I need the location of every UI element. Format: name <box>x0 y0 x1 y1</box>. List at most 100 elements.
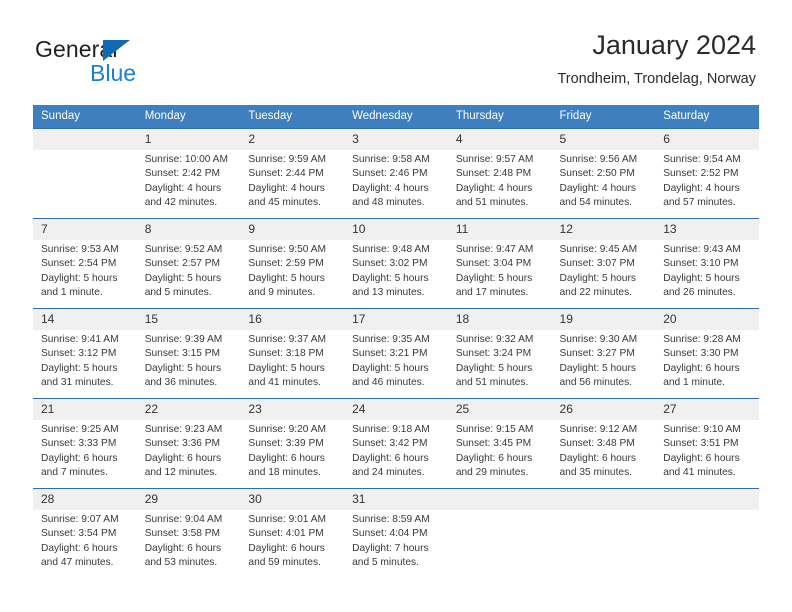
calendar-day-cell[interactable]: 11 Sunrise: 9:47 AM Sunset: 3:04 PM Dayligh… <box>447 218 552 309</box>
calendar-day-cell[interactable]: 9 Sunrise: 9:50 AM Sunset: 2:59 PM Daylight… <box>240 218 345 309</box>
calendar-day-cell[interactable]: 14 Sunrise: 9:41 AM Sunset: 3:12 PM Dayligh… <box>33 308 137 399</box>
calendar-day-cell[interactable]: 24 Sunrise: 9:18 AM Sunset: 3:42 PM Dayligh… <box>344 398 448 489</box>
daylight-text-line2: and 24 minutes. <box>352 466 425 478</box>
sunset-text: Sunset: 3:15 PM <box>144 348 221 360</box>
day-number <box>447 489 552 510</box>
calendar-day-cell[interactable]: 6 Sunrise: 9:54 AM Sunset: 2:52 PM Daylight… <box>655 128 759 219</box>
sunrise-text: Sunrise: 9:12 AM <box>559 424 638 435</box>
daylight-text-line1: Daylight: 6 hours <box>144 542 222 554</box>
daylight-text-line2: and 9 minutes. <box>248 286 316 298</box>
calendar-day-cell[interactable]: 22 Sunrise: 9:23 AM Sunset: 3:36 PM Dayligh… <box>136 398 241 489</box>
calendar-day-cell[interactable]: 7 Sunrise: 9:53 AM Sunset: 2:54 PM Daylight… <box>33 218 137 309</box>
sunset-text: Sunset: 3:27 PM <box>559 348 635 360</box>
daylight-text-line2: and 51 minutes. <box>455 376 529 388</box>
location-subtitle: Trondheim, Trondelag, Norway <box>557 71 756 87</box>
calendar-day-cell[interactable]: 2 Sunrise: 9:59 AM Sunset: 2:44 PM Daylight… <box>240 128 345 219</box>
daylight-text-line1: Daylight: 5 hours <box>455 362 533 374</box>
day-details: Sunrise: 9:35 AM Sunset: 3:21 PM Daylight:… <box>344 330 448 390</box>
day-number: 9 <box>240 219 345 240</box>
calendar-day-cell[interactable]: 19 Sunrise: 9:30 AM Sunset: 3:27 PM Dayligh… <box>551 308 656 399</box>
calendar-day-cell[interactable]: 18 Sunrise: 9:32 AM Sunset: 3:24 PM Dayligh… <box>447 308 552 399</box>
sunset-text: Sunset: 3:21 PM <box>352 348 428 360</box>
daylight-text-line1: Daylight: 4 hours <box>352 182 429 194</box>
sunrise-text: Sunrise: 9:07 AM <box>41 514 119 525</box>
calendar-day-cell[interactable]: 17 Sunrise: 9:35 AM Sunset: 3:21 PM Dayligh… <box>344 308 448 399</box>
sunset-text: Sunset: 3:30 PM <box>663 348 739 360</box>
sunset-text: Sunset: 3:39 PM <box>248 438 324 450</box>
sunset-text: Sunset: 2:48 PM <box>455 168 532 180</box>
day-details: Sunrise: 9:48 AM Sunset: 3:02 PM Daylight:… <box>344 240 448 300</box>
sunrise-text: Sunrise: 9:56 AM <box>559 154 638 165</box>
calendar-day-cell[interactable]: 27 Sunrise: 9:10 AM Sunset: 3:51 PM Dayligh… <box>655 398 759 489</box>
daylight-text-line2: and 17 minutes. <box>455 286 529 298</box>
day-number: 10 <box>344 219 448 240</box>
day-number: 26 <box>551 399 656 420</box>
day-number: 2 <box>240 129 345 150</box>
daylight-text-line2: and 57 minutes. <box>663 196 736 208</box>
day-number: 22 <box>136 399 241 420</box>
sunrise-text: Sunrise: 9:43 AM <box>663 244 741 255</box>
daylight-text-line1: Daylight: 5 hours <box>248 272 325 284</box>
sunset-text: Sunset: 3:10 PM <box>663 258 739 270</box>
weekday-header-saturday: Saturday <box>655 105 759 129</box>
calendar-day-cell-empty <box>447 488 552 578</box>
daylight-text-line2: and 1 minute. <box>41 286 103 298</box>
calendar-day-cell[interactable]: 12 Sunrise: 9:45 AM Sunset: 3:07 PM Dayligh… <box>551 218 656 309</box>
day-details: Sunrise: 9:45 AM Sunset: 3:07 PM Daylight:… <box>552 240 656 300</box>
calendar-day-cell[interactable]: 29 Sunrise: 9:04 AM Sunset: 3:58 PM Dayligh… <box>136 488 241 578</box>
daylight-text-line2: and 41 minutes. <box>663 466 736 478</box>
sunset-text: Sunset: 2:54 PM <box>41 258 117 270</box>
daylight-text-line2: and 54 minutes. <box>559 196 633 208</box>
day-details: Sunrise: 9:23 AM Sunset: 3:36 PM Daylight:… <box>137 420 241 480</box>
sunrise-text: Sunrise: 9:47 AM <box>455 244 534 255</box>
calendar-day-cell[interactable]: 30 Sunrise: 9:01 AM Sunset: 4:01 PM Dayligh… <box>240 488 345 578</box>
day-details: Sunrise: 9:57 AM Sunset: 2:48 PM Daylight:… <box>448 150 552 210</box>
daylight-text-line2: and 29 minutes. <box>455 466 529 478</box>
weekday-header-wednesday: Wednesday <box>344 105 448 129</box>
daylight-text-line1: Daylight: 5 hours <box>144 272 222 284</box>
sunset-text: Sunset: 2:46 PM <box>352 168 428 180</box>
calendar-day-cell[interactable]: 4 Sunrise: 9:57 AM Sunset: 2:48 PM Daylight… <box>447 128 552 219</box>
calendar-day-cell[interactable]: 8 Sunrise: 9:52 AM Sunset: 2:57 PM Daylight… <box>136 218 241 309</box>
sunrise-text: Sunrise: 9:18 AM <box>352 424 430 435</box>
calendar-day-cell[interactable]: 10 Sunrise: 9:48 AM Sunset: 3:02 PM Dayligh… <box>344 218 448 309</box>
calendar-day-cell[interactable]: 5 Sunrise: 9:56 AM Sunset: 2:50 PM Daylight… <box>551 128 656 219</box>
calendar-page: General Blue January 2024 Trondheim, Tro… <box>0 0 792 612</box>
day-number: 1 <box>136 129 241 150</box>
daylight-text-line1: Daylight: 5 hours <box>41 362 118 374</box>
calendar-day-cell[interactable]: 15 Sunrise: 9:39 AM Sunset: 3:15 PM Dayligh… <box>136 308 241 399</box>
sunset-text: Sunset: 2:57 PM <box>144 258 221 270</box>
daylight-text-line2: and 53 minutes. <box>144 556 218 568</box>
day-details: Sunrise: 9:41 AM Sunset: 3:12 PM Daylight:… <box>33 330 137 390</box>
daylight-text-line1: Daylight: 5 hours <box>144 362 222 374</box>
day-details: Sunrise: 9:07 AM Sunset: 3:54 PM Daylight:… <box>33 510 137 570</box>
calendar-day-cell[interactable]: 13 Sunrise: 9:43 AM Sunset: 3:10 PM Dayligh… <box>655 218 759 309</box>
calendar-day-cell[interactable]: 23 Sunrise: 9:20 AM Sunset: 3:39 PM Dayligh… <box>240 398 345 489</box>
sunset-text: Sunset: 4:01 PM <box>248 528 324 540</box>
calendar-day-cell[interactable]: 31 Sunrise: 8:59 AM Sunset: 4:04 PM Dayligh… <box>344 488 448 578</box>
sunrise-text: Sunrise: 9:59 AM <box>248 154 326 165</box>
daylight-text-line2: and 41 minutes. <box>248 376 321 388</box>
sunset-text: Sunset: 3:36 PM <box>144 438 221 450</box>
calendar-day-cell[interactable]: 3 Sunrise: 9:58 AM Sunset: 2:46 PM Daylight… <box>344 128 448 219</box>
page-title: January 2024 <box>592 30 756 60</box>
daylight-text-line1: Daylight: 6 hours <box>455 452 533 464</box>
calendar-day-cell[interactable]: 26 Sunrise: 9:12 AM Sunset: 3:48 PM Dayligh… <box>551 398 656 489</box>
day-number: 30 <box>240 489 345 510</box>
calendar-day-cell[interactable]: 28 Sunrise: 9:07 AM Sunset: 3:54 PM Dayligh… <box>33 488 137 578</box>
calendar-day-cell[interactable]: 16 Sunrise: 9:37 AM Sunset: 3:18 PM Dayligh… <box>240 308 345 399</box>
daylight-text-line1: Daylight: 5 hours <box>41 272 118 284</box>
calendar-day-cell[interactable]: 1 Sunrise: 10:00 AM Sunset: 2:42 PM Dayligh… <box>136 128 241 219</box>
calendar-day-cell[interactable]: 20 Sunrise: 9:28 AM Sunset: 3:30 PM Dayligh… <box>655 308 759 399</box>
daylight-text-line1: Daylight: 4 hours <box>248 182 325 194</box>
calendar-day-cell[interactable]: 25 Sunrise: 9:15 AM Sunset: 3:45 PM Dayligh… <box>447 398 552 489</box>
daylight-text-line2: and 1 minute. <box>663 376 725 388</box>
sunset-text: Sunset: 2:50 PM <box>559 168 635 180</box>
calendar-day-cell[interactable]: 21 Sunrise: 9:25 AM Sunset: 3:33 PM Dayligh… <box>33 398 137 489</box>
day-details: Sunrise: 9:58 AM Sunset: 2:46 PM Daylight:… <box>344 150 448 210</box>
sunset-text: Sunset: 2:59 PM <box>248 258 324 270</box>
daylight-text-line2: and 18 minutes. <box>248 466 321 478</box>
day-number: 28 <box>33 489 137 510</box>
day-details: Sunrise: 9:30 AM Sunset: 3:27 PM Daylight:… <box>552 330 656 390</box>
sunset-text: Sunset: 3:54 PM <box>41 528 117 540</box>
